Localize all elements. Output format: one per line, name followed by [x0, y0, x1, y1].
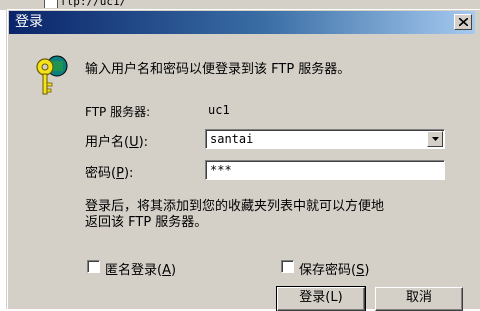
keys-icon — [36, 55, 68, 95]
password-label: 密码(P): — [85, 166, 134, 181]
dialog-title: 登录 — [15, 14, 43, 30]
server-value: uc1 — [208, 103, 230, 117]
ftp-login-dialog: 登录 输入用户名和密码以便登录到该 FTP 服务器。 FTP 服务器: uc1 … — [6, 8, 480, 311]
save-password-label[interactable]: 保存密码(S) — [299, 259, 369, 278]
password-value: *** — [210, 163, 232, 177]
note-line-2: 返回该 FTP 服务器。 — [85, 215, 208, 230]
save-password-text: 保存密码 — [299, 263, 352, 278]
username-label-text: 用户名 — [85, 135, 125, 150]
save-password-checkbox[interactable] — [281, 260, 294, 273]
close-icon — [458, 18, 468, 26]
username-dropdown-button[interactable] — [427, 131, 443, 147]
anonymous-login-label[interactable]: 匿名登录(A) — [105, 259, 176, 278]
username-combobox[interactable]: santai — [205, 129, 445, 149]
title-bar[interactable]: 登录 — [9, 11, 475, 34]
cancel-button[interactable]: 取消 — [375, 287, 463, 311]
intro-text: 输入用户名和密码以便登录到该 FTP 服务器。 — [85, 62, 351, 77]
chevron-down-icon — [431, 137, 439, 141]
username-value: santai — [210, 132, 254, 146]
username-label: 用户名(U): — [85, 135, 149, 150]
server-label: FTP 服务器: — [85, 105, 151, 119]
password-label-text: 密码 — [85, 166, 112, 181]
save-password-access-key: S — [356, 263, 365, 278]
password-access-key: P — [116, 166, 124, 181]
password-field[interactable]: *** — [205, 160, 445, 180]
anonymous-login-checkbox[interactable] — [87, 260, 100, 273]
username-access-key: U — [129, 135, 139, 150]
anonymous-access-key: A — [162, 263, 171, 278]
login-button[interactable]: 登录(L) — [276, 286, 366, 311]
close-button[interactable] — [454, 14, 472, 30]
anonymous-login-text: 匿名登录 — [105, 263, 158, 278]
